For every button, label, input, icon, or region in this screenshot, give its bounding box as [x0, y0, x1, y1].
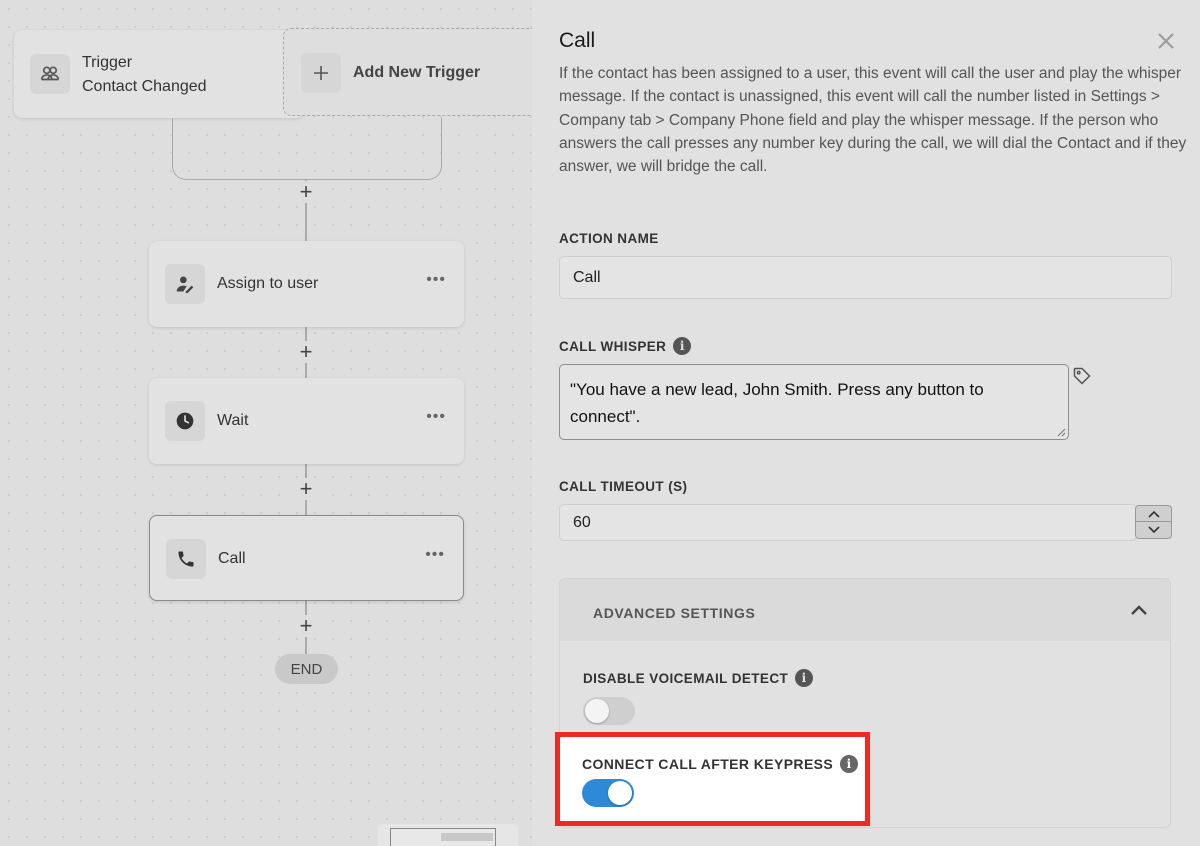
action-name-label: ACTION NAME: [559, 231, 659, 246]
chevron-up-icon: [1147, 510, 1160, 518]
add-step-button[interactable]: +: [295, 181, 317, 203]
action-name-input[interactable]: Call: [559, 256, 1172, 299]
increment-button[interactable]: [1136, 506, 1171, 522]
decrement-button[interactable]: [1136, 522, 1171, 538]
step-menu-icon[interactable]: •••: [425, 546, 445, 564]
step-label: Call: [218, 550, 246, 567]
minimap[interactable]: [378, 824, 518, 846]
workflow-canvas[interactable]: Trigger Contact Changed Add New Trigger …: [0, 0, 532, 846]
minimap-bar: [441, 833, 493, 841]
tag-icon[interactable]: [1072, 366, 1092, 386]
step-menu-icon[interactable]: •••: [426, 408, 446, 426]
call-timeout-value: 60: [573, 513, 591, 531]
step-card-assign-to-user[interactable]: Assign to user •••: [149, 241, 464, 327]
number-stepper[interactable]: [1135, 505, 1172, 539]
resize-grip-icon[interactable]: [1056, 427, 1066, 437]
disable-voicemail-label: DISABLE VOICEMAIL DETECT i: [583, 669, 814, 687]
panel-title: Call: [559, 29, 596, 52]
minimap-viewport[interactable]: [390, 828, 496, 846]
trigger-title: Trigger: [82, 54, 133, 71]
phone-icon: [166, 539, 206, 579]
step-label: Assign to user: [217, 275, 319, 292]
step-card-wait[interactable]: Wait •••: [149, 378, 464, 464]
call-whisper-label: CALL WHISPER i: [559, 337, 692, 355]
panel-description: If the contact has been assigned to a us…: [559, 65, 1187, 176]
action-name-label-text: ACTION NAME: [559, 231, 659, 246]
clock-icon: [165, 401, 205, 441]
call-timeout-label-text: CALL TIMEOUT (S): [559, 479, 688, 494]
step-card-call[interactable]: Call •••: [149, 515, 464, 601]
step-menu-icon[interactable]: •••: [426, 271, 446, 289]
add-new-trigger-button[interactable]: Add New Trigger: [283, 28, 532, 116]
close-icon[interactable]: [1155, 30, 1177, 52]
trigger-card[interactable]: Trigger Contact Changed: [14, 30, 304, 118]
assign-user-icon: [165, 264, 205, 304]
users-icon: [30, 54, 70, 94]
add-step-button[interactable]: +: [295, 341, 317, 363]
info-icon[interactable]: i: [795, 669, 814, 687]
connect-call-after-keypress-highlight: CONNECT CALL AFTER KEYPRESS i: [555, 732, 870, 826]
step-label: Wait: [217, 412, 249, 429]
end-node: END: [275, 654, 338, 684]
connect-after-keypress-label-text: CONNECT CALL AFTER KEYPRESS: [582, 756, 834, 772]
call-timeout-label: CALL TIMEOUT (S): [559, 479, 687, 494]
trigger-connector: [172, 118, 442, 180]
trigger-subtitle: Contact Changed: [82, 78, 207, 95]
advanced-settings-header[interactable]: ADVANCED SETTINGS: [560, 579, 1170, 641]
chevron-down-icon: [1147, 526, 1160, 534]
call-whisper-value: "You have a new lead, John Smith. Press …: [570, 380, 984, 426]
connect-after-keypress-toggle[interactable]: [582, 779, 634, 807]
call-whisper-label-text: CALL WHISPER: [559, 338, 667, 354]
chevron-up-icon[interactable]: [1130, 604, 1148, 616]
info-icon[interactable]: i: [673, 337, 692, 355]
disable-voicemail-label-text: DISABLE VOICEMAIL DETECT: [583, 670, 789, 686]
info-icon[interactable]: i: [840, 755, 859, 773]
add-step-button[interactable]: +: [295, 478, 317, 500]
plus-icon: [301, 53, 341, 93]
connect-after-keypress-label: CONNECT CALL AFTER KEYPRESS i: [582, 755, 859, 773]
add-new-trigger-label: Add New Trigger: [353, 64, 481, 81]
advanced-settings-title: ADVANCED SETTINGS: [593, 605, 756, 621]
call-whisper-textarea[interactable]: "You have a new lead, John Smith. Press …: [559, 364, 1069, 440]
toggle-knob: [608, 781, 632, 805]
action-name-value: Call: [573, 268, 601, 286]
add-step-button[interactable]: +: [295, 615, 317, 637]
toggle-knob: [585, 699, 609, 723]
action-settings-panel: Call If the contact has been assigned to…: [532, 0, 1200, 846]
disable-voicemail-toggle[interactable]: [583, 697, 635, 725]
call-timeout-input[interactable]: 60: [559, 504, 1137, 541]
